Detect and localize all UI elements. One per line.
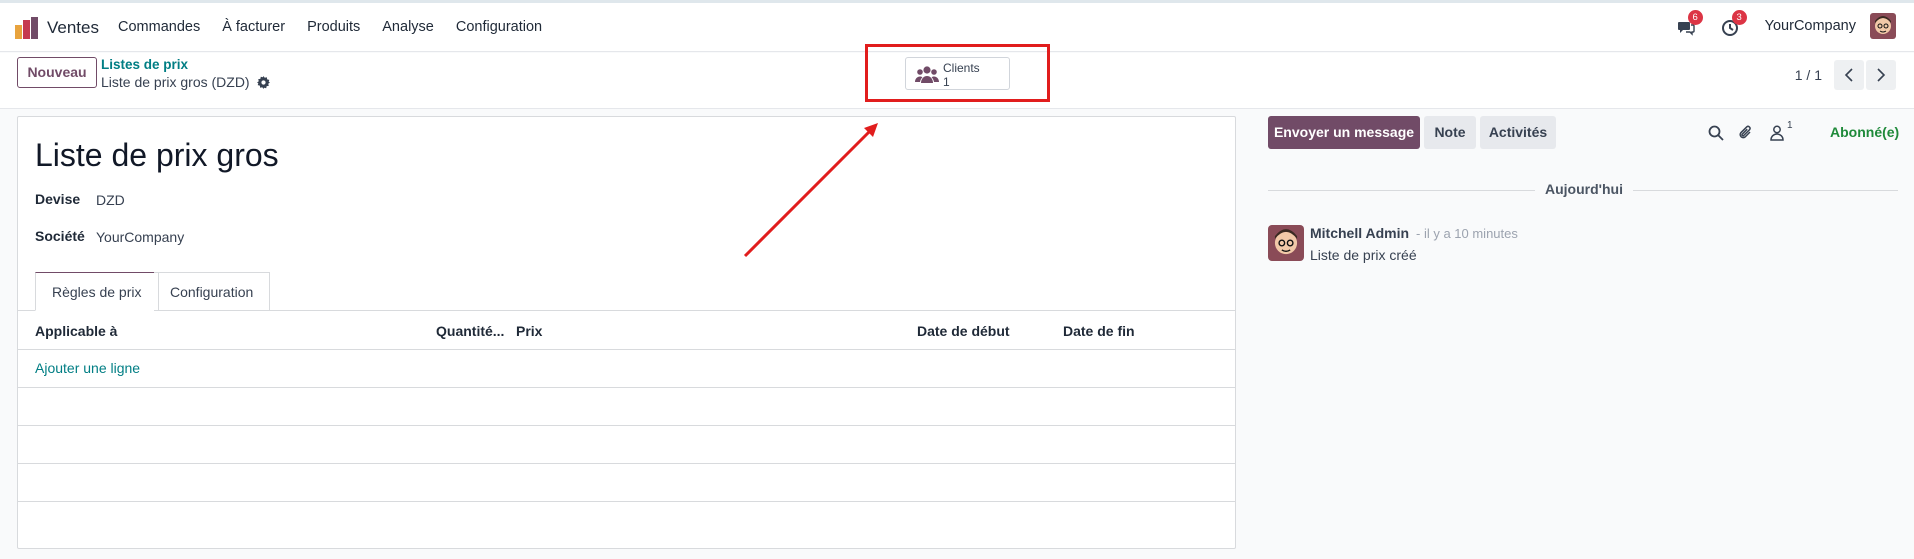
menu-item-configuration[interactable]: Configuration	[456, 19, 542, 35]
column-header-price[interactable]: Prix	[516, 323, 542, 339]
day-separator-label: Aujourd'hui	[1535, 181, 1633, 197]
messages-systray[interactable]: 6	[1677, 10, 1703, 37]
pager-previous-button[interactable]	[1834, 60, 1864, 90]
column-header-start-date[interactable]: Date de début	[917, 323, 1010, 339]
add-line-link[interactable]: Ajouter une ligne	[35, 360, 140, 376]
column-header-applicable[interactable]: Applicable à	[35, 323, 117, 339]
menu-item-a-facturer[interactable]: À facturer	[222, 19, 285, 35]
new-button[interactable]: Nouveau	[17, 57, 97, 88]
pager-next-button[interactable]	[1866, 60, 1896, 90]
pager: 1 / 1	[1795, 60, 1896, 90]
followers-count: 1	[1787, 120, 1793, 131]
follow-toggle-button[interactable]: Abonné(e)	[1830, 124, 1899, 140]
breadcrumb-parent[interactable]: Listes de prix	[101, 57, 188, 72]
table-row-divider	[18, 463, 1235, 464]
message-body: Liste de prix créé	[1310, 247, 1417, 263]
user-avatar[interactable]	[1870, 13, 1896, 39]
activities-button[interactable]: Activités	[1480, 116, 1556, 149]
message-author[interactable]: Mitchell Admin	[1310, 225, 1409, 241]
user-follower-icon[interactable]	[1768, 124, 1786, 142]
send-message-button[interactable]: Envoyer un message	[1268, 116, 1420, 149]
table-row-divider	[18, 425, 1235, 426]
paperclip-icon[interactable]	[1737, 124, 1755, 142]
menu-item-commandes[interactable]: Commandes	[118, 19, 200, 35]
column-header-quantity[interactable]: Quantité...	[436, 323, 504, 339]
message-author-avatar[interactable]	[1268, 225, 1304, 261]
gear-icon[interactable]	[256, 75, 270, 89]
sales-app-icon[interactable]	[15, 17, 39, 39]
currency-label: Devise	[35, 191, 81, 207]
main-menu: Commandes À facturer Produits Analyse Co…	[118, 19, 564, 35]
chatter: Envoyer un message Note Activités 1 Abon…	[1268, 116, 1899, 549]
avatar-image	[1268, 225, 1304, 261]
tab-configuration[interactable]: Configuration	[154, 272, 271, 311]
tab-price-rules[interactable]: Règles de prix	[35, 272, 159, 311]
record-title[interactable]: Liste de prix gros	[35, 137, 279, 174]
message-date: - il y a 10 minutes	[1416, 226, 1518, 241]
chevron-left-icon	[1844, 68, 1853, 82]
pager-value[interactable]: 1 / 1	[1795, 67, 1822, 83]
company-switcher[interactable]: YourCompany	[1765, 18, 1856, 34]
app-name[interactable]: Ventes	[47, 18, 99, 38]
column-header-end-date[interactable]: Date de fin	[1063, 323, 1135, 339]
annotation-highlight-box	[865, 44, 1050, 102]
breadcrumb-current-label: Liste de prix gros (DZD)	[101, 74, 250, 90]
systray: 6 3 YourCompany	[1677, 10, 1896, 39]
messages-badge: 6	[1687, 10, 1703, 25]
currency-field[interactable]: DZD	[96, 192, 125, 208]
table-row-divider	[18, 501, 1235, 502]
notebook-tabs: Règles de prix Configuration	[18, 272, 1235, 311]
menu-item-produits[interactable]: Produits	[307, 19, 360, 35]
table-header-divider	[18, 349, 1235, 350]
activities-systray[interactable]: 3	[1721, 10, 1747, 37]
avatar-image	[1870, 13, 1896, 39]
menu-item-analyse[interactable]: Analyse	[382, 19, 434, 35]
table-row-divider	[18, 387, 1235, 388]
company-label: Société	[35, 228, 85, 244]
company-field[interactable]: YourCompany	[96, 229, 184, 245]
chevron-right-icon	[1877, 68, 1886, 82]
form-sheet: Liste de prix gros Devise DZD Société Yo…	[17, 116, 1236, 549]
log-note-button[interactable]: Note	[1424, 116, 1476, 149]
breadcrumb-current: Liste de prix gros (DZD)	[101, 74, 270, 90]
search-icon[interactable]	[1707, 124, 1725, 142]
activities-badge: 3	[1731, 10, 1747, 25]
